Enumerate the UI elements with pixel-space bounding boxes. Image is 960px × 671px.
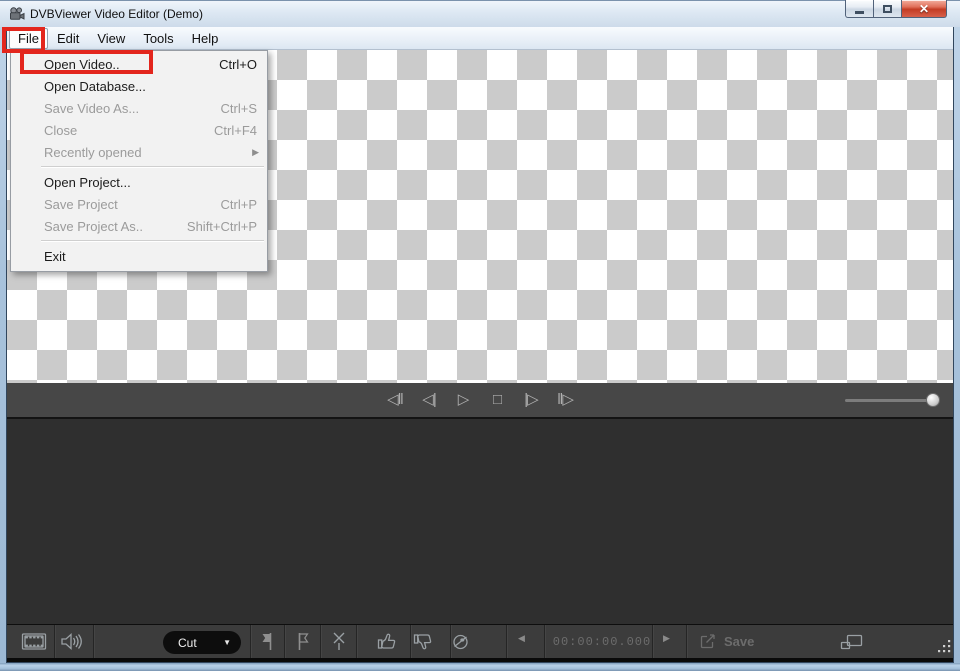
menu-item-open-project[interactable]: Open Project... (11, 171, 267, 193)
menu-item-label: Save Project As.. (44, 219, 143, 234)
step-forward-button[interactable]: |▷ (519, 383, 543, 417)
time-display: 00:00:00.000 (552, 631, 652, 653)
window-controls: ✕ (845, 0, 947, 18)
toolbar-separator (54, 625, 55, 658)
thumbs-down-icon[interactable] (412, 631, 435, 653)
toolbar-separator (506, 625, 507, 658)
toolbar-separator (356, 625, 357, 658)
play-button[interactable]: ▷ (451, 383, 475, 417)
toolbar-separator (544, 625, 545, 658)
resize-grip-icon[interactable] (936, 639, 952, 656)
menu-item-label: Open Database... (44, 79, 146, 94)
menu-item-label: Save Project (44, 197, 118, 212)
menu-item-recently-opened: Recently opened ▶ (11, 141, 267, 163)
title-bar[interactable]: DVBViewer Video Editor (Demo) (0, 0, 960, 27)
toolbar-separator (410, 625, 411, 658)
menu-item-save-project-as: Save Project As.. Shift+Ctrl+P (11, 215, 267, 237)
close-icon: ✕ (919, 2, 929, 16)
maximize-icon (883, 5, 892, 13)
edit-mode-dropdown[interactable]: Cut ▼ (163, 631, 241, 654)
menu-item-shortcut: Shift+Ctrl+P (187, 219, 257, 234)
time-step-forward-button[interactable]: ▶ (663, 633, 670, 644)
flag-end-icon[interactable] (294, 631, 312, 652)
window-bottom-border (0, 663, 960, 671)
minimize-icon (855, 11, 864, 14)
volume-slider-track[interactable] (845, 399, 939, 402)
menu-edit[interactable]: Edit (48, 28, 88, 49)
divider (7, 417, 953, 419)
toolbar-separator (652, 625, 653, 658)
step-back-button[interactable]: ◁| (417, 383, 441, 417)
export-save-icon[interactable] (698, 632, 718, 651)
flag-start-icon[interactable] (258, 631, 276, 652)
maximize-button[interactable] (874, 0, 901, 18)
app-icon (9, 6, 25, 22)
save-button[interactable]: Save (724, 634, 754, 649)
cut-here-icon[interactable] (330, 631, 348, 652)
toolbar-separator (284, 625, 285, 658)
thumbs-up-icon[interactable] (376, 630, 399, 652)
volume-slider-knob[interactable] (926, 393, 940, 407)
toolbar-separator (250, 625, 251, 658)
stop-button[interactable]: □ (485, 383, 509, 417)
edit-mode-value: Cut (178, 636, 197, 650)
hide-cut-icon[interactable] (450, 632, 471, 652)
menu-item-label: Open Project... (44, 175, 131, 190)
menu-item-label: Close (44, 123, 77, 138)
menu-item-shortcut: Ctrl+P (221, 197, 257, 212)
menu-help[interactable]: Help (183, 28, 228, 49)
time-step-back-button[interactable]: ◀ (518, 633, 525, 644)
minimize-button[interactable] (845, 0, 874, 18)
menu-tools[interactable]: Tools (134, 28, 182, 49)
menu-separator (41, 166, 264, 168)
bottom-toolbar: Cut ▼ (7, 625, 953, 658)
speaker-icon[interactable] (60, 632, 82, 651)
menu-item-open-video[interactable]: Open Video.. Ctrl+O (11, 53, 267, 75)
next-keyframe-button[interactable]: ‖▷ (553, 383, 577, 417)
menu-item-label: Save Video As... (44, 101, 139, 116)
menu-item-close: Close Ctrl+F4 (11, 119, 267, 141)
menu-item-exit[interactable]: Exit (11, 245, 267, 267)
prev-keyframe-button[interactable]: ◁‖ (383, 383, 407, 417)
menu-view[interactable]: View (88, 28, 134, 49)
detach-window-icon[interactable] (838, 633, 865, 651)
menu-item-shortcut: Ctrl+O (219, 57, 257, 72)
menu-file[interactable]: File (9, 28, 48, 49)
close-button[interactable]: ✕ (901, 0, 947, 18)
timeline-area (7, 419, 953, 624)
menu-item-save-video-as: Save Video As... Ctrl+S (11, 97, 267, 119)
filmstrip-icon[interactable] (21, 632, 47, 651)
menu-separator (41, 240, 264, 242)
menu-item-label: Open Video.. (44, 57, 120, 72)
menu-item-label: Exit (44, 249, 66, 264)
submenu-arrow-icon: ▶ (252, 147, 259, 158)
window-title: DVBViewer Video Editor (Demo) (30, 7, 203, 21)
menu-item-label: Recently opened (44, 145, 142, 160)
chevron-down-icon: ▼ (223, 638, 231, 647)
menu-item-shortcut: Ctrl+S (221, 101, 257, 116)
menu-item-open-database[interactable]: Open Database... (11, 75, 267, 97)
app-window: DVBViewer Video Editor (Demo) ✕ File Edi… (0, 0, 960, 671)
toolbar-separator (93, 625, 94, 658)
menu-bar: File Edit View Tools Help (7, 27, 953, 50)
menu-item-shortcut: Ctrl+F4 (214, 123, 257, 138)
toolbar-separator (686, 625, 687, 658)
file-menu-dropdown: Open Video.. Ctrl+O Open Database... Sav… (10, 50, 268, 272)
transport-bar: ◁‖ ◁| ▷ □ |▷ ‖▷ (7, 383, 953, 417)
toolbar-separator (320, 625, 321, 658)
menu-item-save-project: Save Project Ctrl+P (11, 193, 267, 215)
